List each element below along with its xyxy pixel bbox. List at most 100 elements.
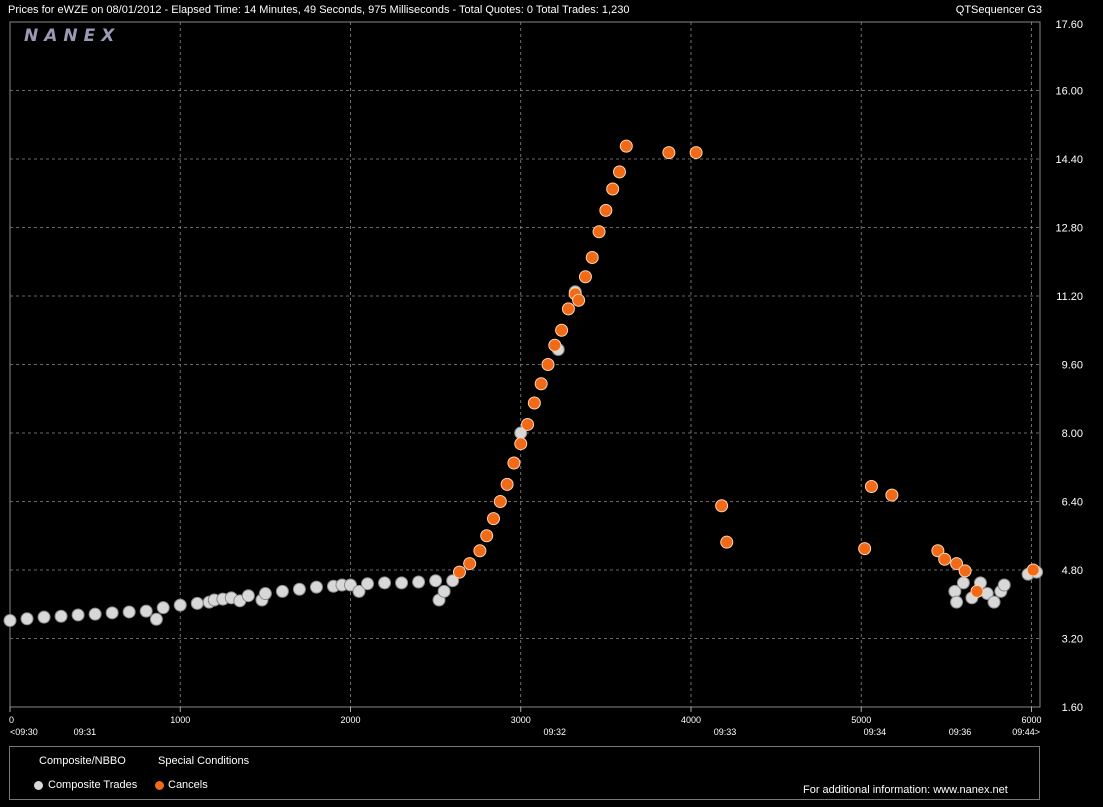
cancel-point — [1026, 563, 1040, 577]
composite-trades-swatch-icon — [34, 781, 43, 790]
cancel-point — [561, 302, 575, 316]
cancel-point — [715, 499, 729, 513]
y-tick-label: 9.60 — [1062, 360, 1083, 372]
x-tick-label: 0 — [9, 715, 14, 725]
y-tick-label: 4.80 — [1062, 565, 1083, 577]
legend-group-special: Special Conditions — [158, 755, 250, 767]
cancel-point — [606, 182, 620, 196]
cancel-point — [548, 338, 562, 352]
time-label: 09:31 — [74, 727, 97, 737]
cancel-point — [970, 584, 984, 598]
composite-trade-point — [190, 596, 204, 610]
time-label: 09:34 — [864, 727, 887, 737]
app-name: QTSequencer G3 — [955, 4, 1042, 16]
composite-trade-point — [956, 576, 970, 590]
composite-trade-point — [149, 612, 163, 626]
cancel-point — [938, 552, 952, 566]
composite-trade-point — [429, 574, 443, 588]
cancel-point — [541, 358, 555, 371]
footer-link[interactable]: For additional information: www.nanex.ne… — [803, 784, 1008, 796]
cancel-point — [480, 529, 494, 543]
y-tick-label: 14.40 — [1055, 154, 1083, 166]
cancel-point — [612, 165, 626, 179]
time-label: 09:32 — [544, 727, 567, 737]
price-chart: 17.60 16.00 14.40 12.80 11.20 9.60 8.00 6.40 4.8… — [3, 19, 1083, 737]
x-tick-label: 2000 — [340, 715, 360, 725]
composite-trade-point — [997, 578, 1011, 592]
cancel-point — [858, 542, 872, 556]
composite-trade-point — [241, 589, 255, 603]
composite-trade-point — [37, 610, 51, 624]
time-label: 09:44> — [1012, 727, 1040, 737]
x-tick-label: 4000 — [681, 715, 701, 725]
composite-trade-point — [20, 612, 34, 626]
composite-trade-point — [950, 595, 964, 609]
composite-trade-point — [139, 604, 153, 618]
cancels-swatch-icon — [155, 781, 164, 790]
cancel-point — [662, 146, 676, 160]
cancel-point — [885, 488, 899, 502]
cancel-point — [592, 225, 606, 239]
cancel-point — [487, 512, 501, 526]
y-tick-label: 11.20 — [1056, 291, 1083, 303]
y-tick-label: 12.80 — [1055, 223, 1083, 235]
cancel-point — [452, 565, 466, 579]
cancel-point — [534, 377, 548, 391]
composite-trade-point — [105, 606, 119, 620]
cancel-point — [958, 564, 972, 578]
time-label: <09:30 — [10, 727, 38, 737]
x-axis: 0 1000 2000 3000 4000 5000 6000 <09:30 09:31 09:3… — [9, 707, 1042, 737]
cancel-point — [507, 456, 521, 470]
time-label: 09:33 — [714, 727, 737, 737]
y-tick-label: 6.40 — [1062, 497, 1083, 509]
cancel-point — [599, 203, 613, 217]
y-tick-label: 3.20 — [1062, 634, 1083, 646]
composite-trade-point — [71, 608, 85, 622]
composite-trade-point — [3, 614, 17, 628]
cancel-point — [493, 495, 507, 508]
x-tick-label: 6000 — [1021, 715, 1041, 725]
cancel-point — [463, 557, 477, 571]
cancel-point — [864, 480, 878, 494]
composite-trade-point — [412, 575, 426, 589]
composite-trade-point — [122, 605, 136, 619]
composite-trade-point — [156, 601, 170, 615]
x-tick-label: 5000 — [851, 715, 871, 725]
y-axis: 17.60 16.00 14.40 12.80 11.20 9.60 8.00 6.40 4.8… — [1055, 19, 1083, 714]
composite-trade-point — [54, 609, 68, 623]
composite-trade-point — [361, 577, 375, 591]
nanex-logo: NANEX — [24, 26, 121, 46]
y-tick-label: 16.00 — [1055, 86, 1083, 98]
legend-panel: Composite/NBBO Special Conditions Compos… — [9, 746, 1040, 800]
cancel-point — [514, 437, 528, 451]
cancel-point — [500, 477, 514, 491]
composite-trade-point — [987, 595, 1001, 609]
x-tick-label: 1000 — [170, 715, 190, 725]
cancel-point — [578, 270, 592, 284]
y-tick-label: 8.00 — [1062, 428, 1083, 440]
composite-trade-point — [292, 582, 306, 596]
composite-trade-point — [395, 576, 409, 590]
y-tick-label: 1.60 — [1062, 702, 1083, 714]
y-tick-label: 17.60 — [1055, 19, 1083, 31]
cancel-point — [527, 396, 541, 410]
cancel-point — [619, 139, 633, 153]
composite-trade-point — [309, 580, 323, 594]
legend-cancels: Cancels — [168, 779, 208, 791]
cancel-point — [689, 146, 703, 160]
x-tick-label: 3000 — [511, 715, 531, 725]
composite-trade-point — [173, 598, 187, 612]
cancel-point — [720, 535, 734, 549]
cancel-point — [572, 293, 586, 307]
legend-composite-trades: Composite Trades — [48, 779, 138, 791]
cancel-point — [585, 250, 599, 264]
time-label: 09:36 — [949, 727, 972, 737]
composite-trade-point — [258, 587, 272, 601]
chart-title: Prices for eWZE on 08/01/2012 - Elapsed … — [8, 4, 630, 16]
cancel-point — [555, 323, 569, 337]
legend-group-composite: Composite/NBBO — [39, 755, 126, 767]
cancel-point — [473, 544, 487, 558]
composite-trade-point — [88, 607, 102, 621]
composite-trade-point — [437, 584, 451, 598]
composite-trade-point — [275, 584, 289, 598]
